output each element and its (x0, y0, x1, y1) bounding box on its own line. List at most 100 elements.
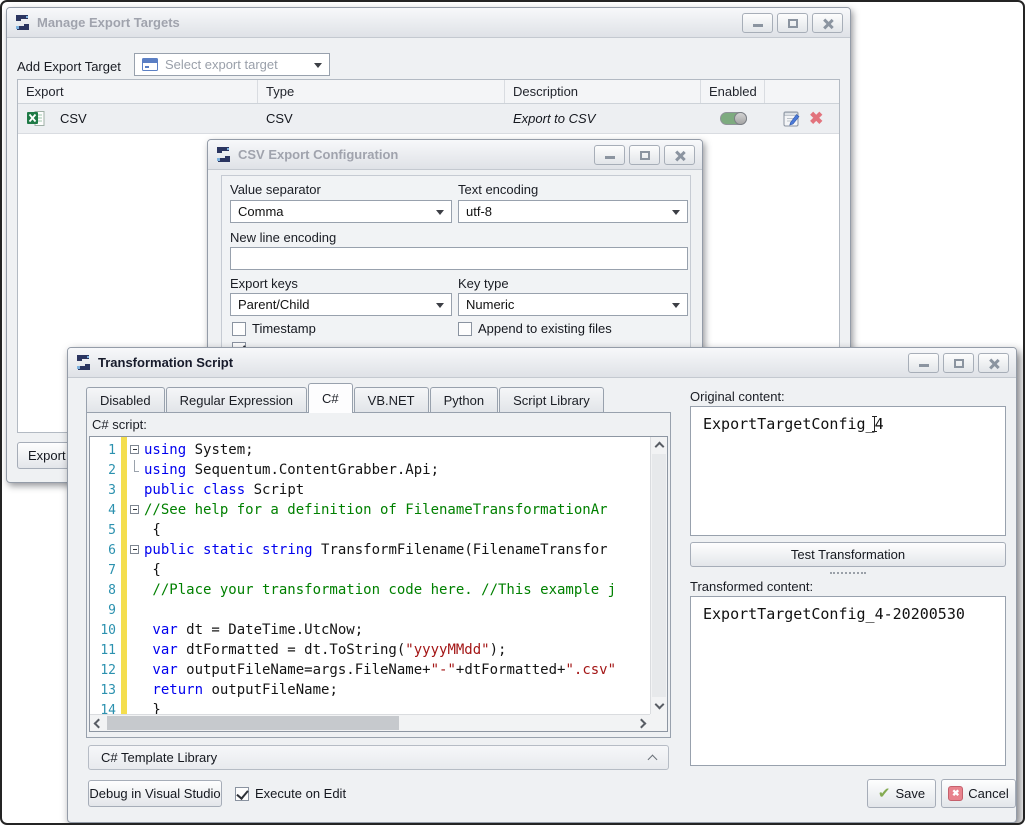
delete-icon[interactable]: ✖ (809, 110, 823, 127)
original-content-textarea[interactable]: ExportTargetConfig_4 (690, 406, 1006, 536)
save-button-label: Save (895, 786, 925, 801)
scroll-up-icon[interactable] (655, 442, 665, 452)
code-line: 7 { (90, 560, 650, 580)
template-library-label: C# Template Library (101, 750, 217, 765)
horizontal-scrollbar[interactable] (90, 714, 650, 731)
code-line: 8 //Place your transformation code here.… (90, 580, 650, 600)
tab-c[interactable]: C# (308, 383, 353, 413)
tab-script-library[interactable]: Script Library (499, 387, 604, 413)
tab-disabled[interactable]: Disabled (86, 387, 165, 413)
code-editor[interactable]: 1using System;2using Sequentum.ContentGr… (89, 436, 668, 732)
scroll-down-icon[interactable] (655, 700, 665, 710)
timestamp-label: Timestamp (252, 321, 316, 336)
minimize-icon[interactable] (742, 13, 773, 33)
code-line: 3public class Script (90, 480, 650, 500)
save-button[interactable]: ✔ Save (867, 779, 936, 808)
fold-collapse-icon[interactable] (130, 445, 139, 454)
checkbox-box[interactable] (235, 787, 249, 801)
text-encoding-select[interactable]: utf-8 (458, 200, 688, 223)
fold-collapse-icon[interactable] (130, 545, 139, 554)
value-separator-value: Comma (238, 204, 284, 219)
export-keys-label: Export keys (230, 276, 298, 291)
text-encoding-value: utf-8 (466, 204, 492, 219)
transformed-content-textarea[interactable]: ExportTargetConfig_4-20200530 (690, 596, 1006, 766)
window-title: Manage Export Targets (37, 15, 180, 30)
close-icon[interactable] (978, 353, 1009, 373)
timestamp-checkbox[interactable]: Timestamp (232, 321, 316, 336)
cancel-button[interactable]: ✖ Cancel (941, 779, 1016, 808)
export-target-select[interactable]: Select export target (134, 53, 330, 76)
vertical-scrollbar[interactable] (650, 437, 667, 714)
code-line: 4//See help for a definition of Filename… (90, 500, 650, 520)
splitter-handle[interactable] (830, 572, 866, 574)
minimize-icon[interactable] (594, 145, 625, 165)
code-line: 6public static string TransformFilename(… (90, 540, 650, 560)
minimize-icon[interactable] (908, 353, 939, 373)
text-cursor (874, 416, 875, 432)
value-separator-select[interactable]: Comma (230, 200, 452, 223)
key-type-select[interactable]: Numeric (458, 293, 688, 316)
append-checkbox[interactable]: Append to existing files (458, 321, 612, 336)
debug-button-label: Debug in Visual Studio (89, 786, 220, 801)
scrollbar-thumb[interactable] (107, 716, 399, 730)
code-line: 13 return outputFileName; (90, 680, 650, 700)
debug-visual-studio-button[interactable]: Debug in Visual Studio (88, 780, 222, 807)
table-row[interactable]: CSV CSV Export to CSV ✖ (18, 104, 839, 134)
scroll-right-icon[interactable] (637, 719, 647, 729)
checkbox-box[interactable] (458, 322, 472, 336)
window-title: Transformation Script (98, 355, 233, 370)
scrollbar-thumb[interactable] (652, 454, 666, 697)
code-line: 2using Sequentum.ContentGrabber.Api; (90, 460, 650, 480)
template-library-expander[interactable]: C# Template Library (88, 745, 669, 770)
column-header-export[interactable]: Export (18, 80, 258, 103)
tab-vb-net[interactable]: VB.NET (354, 387, 429, 413)
export-target-select-icon (142, 58, 158, 71)
test-transformation-button[interactable]: Test Transformation (690, 542, 1006, 567)
cancel-x-icon: ✖ (948, 786, 963, 801)
row-type: CSV (258, 111, 505, 126)
csv-config-titlebar[interactable]: CSV Export Configuration (208, 140, 702, 170)
checkbox-box[interactable] (232, 322, 246, 336)
chevron-down-icon (672, 303, 680, 308)
column-header-type[interactable]: Type (258, 80, 505, 103)
code-line: 9 (90, 600, 650, 620)
chevron-up-icon (648, 755, 658, 765)
enabled-toggle[interactable] (720, 112, 747, 125)
key-type-value: Numeric (466, 297, 514, 312)
value-separator-label: Value separator (230, 182, 321, 197)
column-header-enabled[interactable]: Enabled (701, 80, 765, 103)
test-transformation-label: Test Transformation (791, 547, 905, 562)
code-line: 5 { (90, 520, 650, 540)
export-keys-select[interactable]: Parent/Child (230, 293, 452, 316)
maximize-icon[interactable] (777, 13, 808, 33)
execute-on-edit-checkbox[interactable]: Execute on Edit (235, 786, 346, 801)
maximize-icon[interactable] (629, 145, 660, 165)
append-label: Append to existing files (478, 321, 612, 336)
manage-titlebar[interactable]: Manage Export Targets (7, 8, 850, 38)
execute-on-edit-label: Execute on Edit (255, 786, 346, 801)
edit-icon[interactable] (781, 108, 802, 129)
code-line: 12 var outputFileName=args.FileName+"-"+… (90, 660, 650, 680)
scrollbar-corner (650, 714, 667, 731)
chevron-down-icon (314, 63, 322, 68)
new-line-encoding-label: New line encoding (230, 230, 336, 245)
column-header-description[interactable]: Description (505, 80, 701, 103)
transformed-content-label: Transformed content: (690, 579, 813, 594)
script-titlebar[interactable]: Transformation Script (68, 348, 1016, 378)
code-lines: 1using System;2using Sequentum.ContentGr… (90, 437, 650, 714)
close-icon[interactable] (664, 145, 695, 165)
tab-regular-expression[interactable]: Regular Expression (166, 387, 307, 413)
row-export-name: CSV (60, 111, 87, 126)
maximize-icon[interactable] (943, 353, 974, 373)
fold-collapse-icon[interactable] (130, 505, 139, 514)
table-header: Export Type Description Enabled (18, 80, 839, 104)
code-line: 11 var dtFormatted = dt.ToString("yyyyMM… (90, 640, 650, 660)
transformed-content-value: ExportTargetConfig_4-20200530 (703, 605, 965, 623)
new-line-encoding-input[interactable] (230, 247, 688, 270)
original-content-value: ExportTargetConfig_4 (703, 415, 884, 433)
tab-python[interactable]: Python (430, 387, 498, 413)
desktop: Manage Export Targets Add Export Target … (0, 0, 1025, 825)
scroll-left-icon[interactable] (94, 719, 104, 729)
close-icon[interactable] (812, 13, 843, 33)
row-description: Export to CSV (505, 111, 701, 126)
